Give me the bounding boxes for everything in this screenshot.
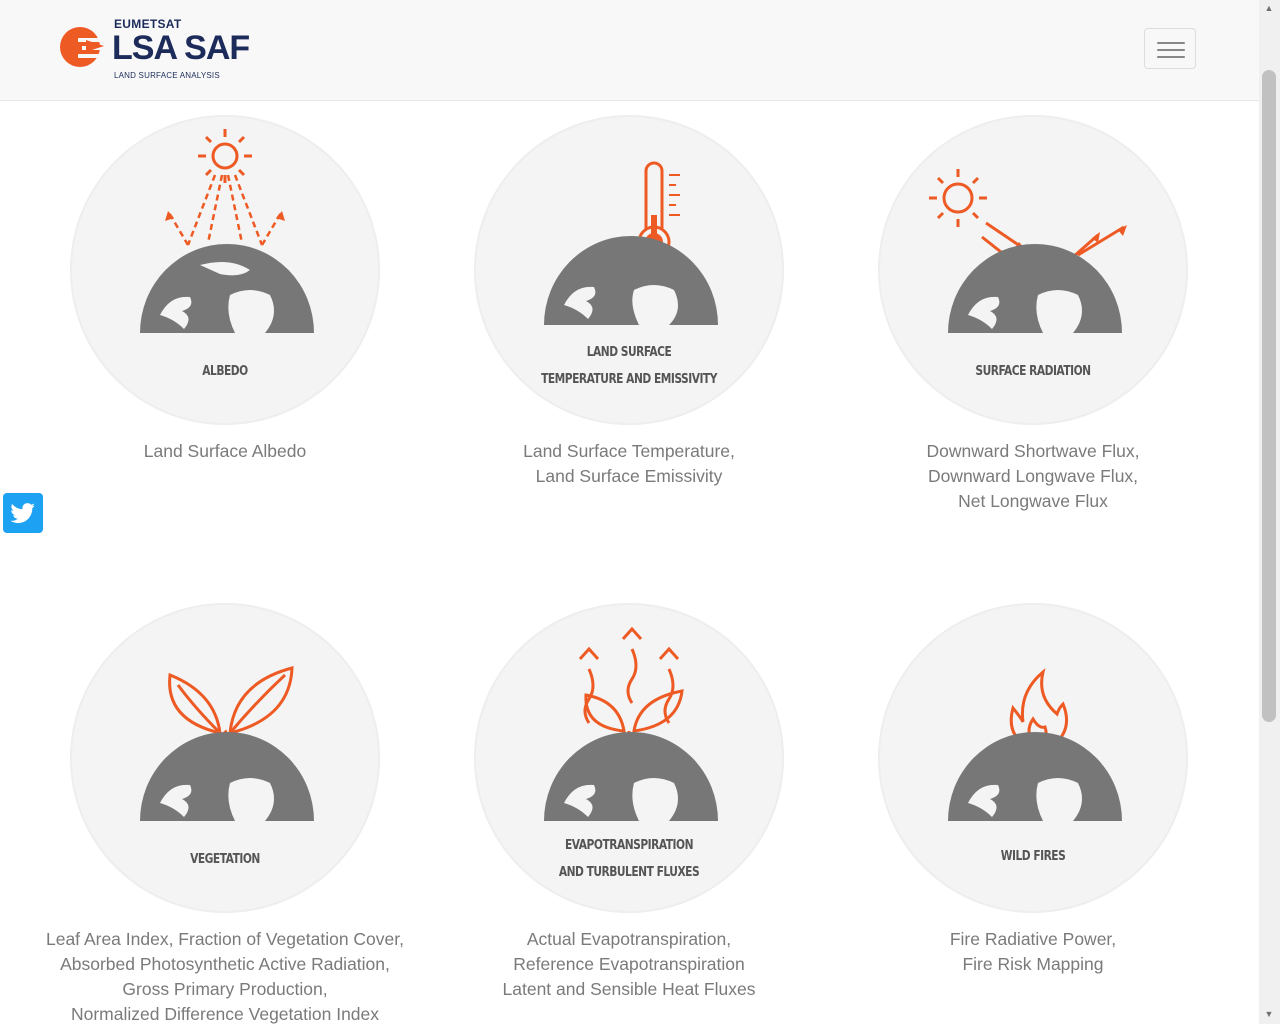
- product-circle-label: SURFACE RADIATION: [975, 364, 1091, 379]
- product-circle[interactable]: VEGETATION: [70, 603, 380, 913]
- product-description: Actual Evapotranspiration, Reference Eva…: [429, 927, 829, 1002]
- description-line: Land Surface Emissivity: [535, 466, 723, 486]
- product-circle[interactable]: LAND SURFACE TEMPERATURE AND EMISSIVITY: [474, 115, 784, 425]
- globe-icon: [140, 243, 314, 333]
- sun-icon: [929, 169, 987, 227]
- description-line: Downward Longwave Flux,: [927, 466, 1139, 486]
- globe-icon: [948, 731, 1122, 821]
- globe-icon: [544, 235, 718, 325]
- description-line: Absorbed Photosynthetic Active Radiation…: [60, 954, 390, 974]
- product-circle-label: VEGETATION: [190, 852, 260, 867]
- menu-bar-icon: [1157, 42, 1185, 44]
- brand-subtitle: LAND SURFACE ANALYSIS: [114, 71, 220, 80]
- description-line: Reference Evapotranspiration: [513, 954, 745, 974]
- product-circle-label: WILD FIRES: [1000, 849, 1066, 864]
- menu-bar-icon: [1157, 49, 1185, 51]
- scroll-thumb[interactable]: [1262, 70, 1276, 722]
- product-card-surface-radiation[interactable]: SURFACE RADIATION Downward Shortwave Flu…: [833, 115, 1233, 515]
- product-circle-label: LAND SURFACE: [586, 345, 672, 360]
- lsa-saf-logo[interactable]: EUMETSAT LSA SAF LAND SURFACE ANALYSIS: [58, 14, 258, 86]
- description-line: Actual Evapotranspiration,: [526, 929, 732, 949]
- menu-bar-icon: [1157, 56, 1185, 58]
- description-line: Net Longwave Flux: [958, 491, 1108, 511]
- description-line: Normalized Difference Vegetation Index: [70, 1004, 380, 1024]
- product-card-vegetation[interactable]: VEGETATION Leaf Area Index, Fraction of …: [25, 603, 425, 1024]
- product-circle[interactable]: WILD FIRES: [878, 603, 1188, 913]
- scroll-down-arrow-icon[interactable]: ▼: [1263, 1008, 1275, 1020]
- navbar: EUMETSAT LSA SAF LAND SURFACE ANALYSIS: [0, 0, 1259, 101]
- product-circle[interactable]: SURFACE RADIATION: [878, 115, 1188, 425]
- product-circle-label: EVAPOTRANSPIRATION: [564, 838, 694, 853]
- description-line: Leaf Area Index, Fraction of Vegetation …: [45, 929, 404, 949]
- description-line: Downward Shortwave Flux,: [926, 441, 1140, 461]
- product-circle[interactable]: ALBEDO: [70, 115, 380, 425]
- product-card-evapotranspiration[interactable]: EVAPOTRANSPIRATION AND TURBULENT FLUXES …: [429, 603, 829, 1024]
- product-circle[interactable]: EVAPOTRANSPIRATION AND TURBULENT FLUXES: [474, 603, 784, 913]
- vapor-arrows-icon: [578, 626, 680, 724]
- globe-icon: [948, 243, 1122, 333]
- scroll-up-arrow-icon[interactable]: ▲: [1263, 2, 1275, 14]
- product-description: Fire Radiative Power, Fire Risk Mapping: [833, 927, 1233, 977]
- logo-mark-icon: [60, 27, 108, 67]
- vertical-scrollbar[interactable]: ▲ ▼: [1259, 0, 1280, 1024]
- globe-icon: [544, 731, 718, 821]
- product-description: Land Surface Temperature, Land Surface E…: [429, 439, 829, 489]
- description-line: Gross Primary Production,: [122, 979, 328, 999]
- product-description: Downward Shortwave Flux, Downward Longwa…: [833, 439, 1233, 514]
- sun-icon: [198, 129, 252, 183]
- leaves-icon: [168, 666, 294, 744]
- description-line: Latent and Sensible Heat Fluxes: [502, 979, 756, 999]
- product-circle-label: ALBEDO: [202, 364, 248, 379]
- description-line: Land Surface Albedo: [143, 441, 307, 461]
- product-card-albedo[interactable]: ALBEDO Land Surface Albedo: [25, 115, 425, 515]
- product-circle-label: TEMPERATURE AND EMISSIVITY: [541, 372, 717, 387]
- product-description: Land Surface Albedo: [25, 439, 425, 464]
- product-description: Leaf Area Index, Fraction of Vegetation …: [25, 927, 425, 1027]
- description-line: Fire Radiative Power,: [949, 929, 1117, 949]
- description-line: Land Surface Temperature,: [523, 441, 735, 461]
- product-card-land-surface-temperature[interactable]: LAND SURFACE TEMPERATURE AND EMISSIVITY …: [429, 115, 829, 515]
- product-circle-label: AND TURBULENT FLUXES: [558, 865, 700, 880]
- description-line: Fire Risk Mapping: [962, 954, 1104, 974]
- globe-icon: [140, 731, 314, 821]
- brand-main: LSA SAF: [112, 29, 250, 67]
- hamburger-menu-button[interactable]: [1144, 28, 1196, 69]
- product-card-wild-fires[interactable]: WILD FIRES Fire Radiative Power, Fire Ri…: [833, 603, 1233, 1024]
